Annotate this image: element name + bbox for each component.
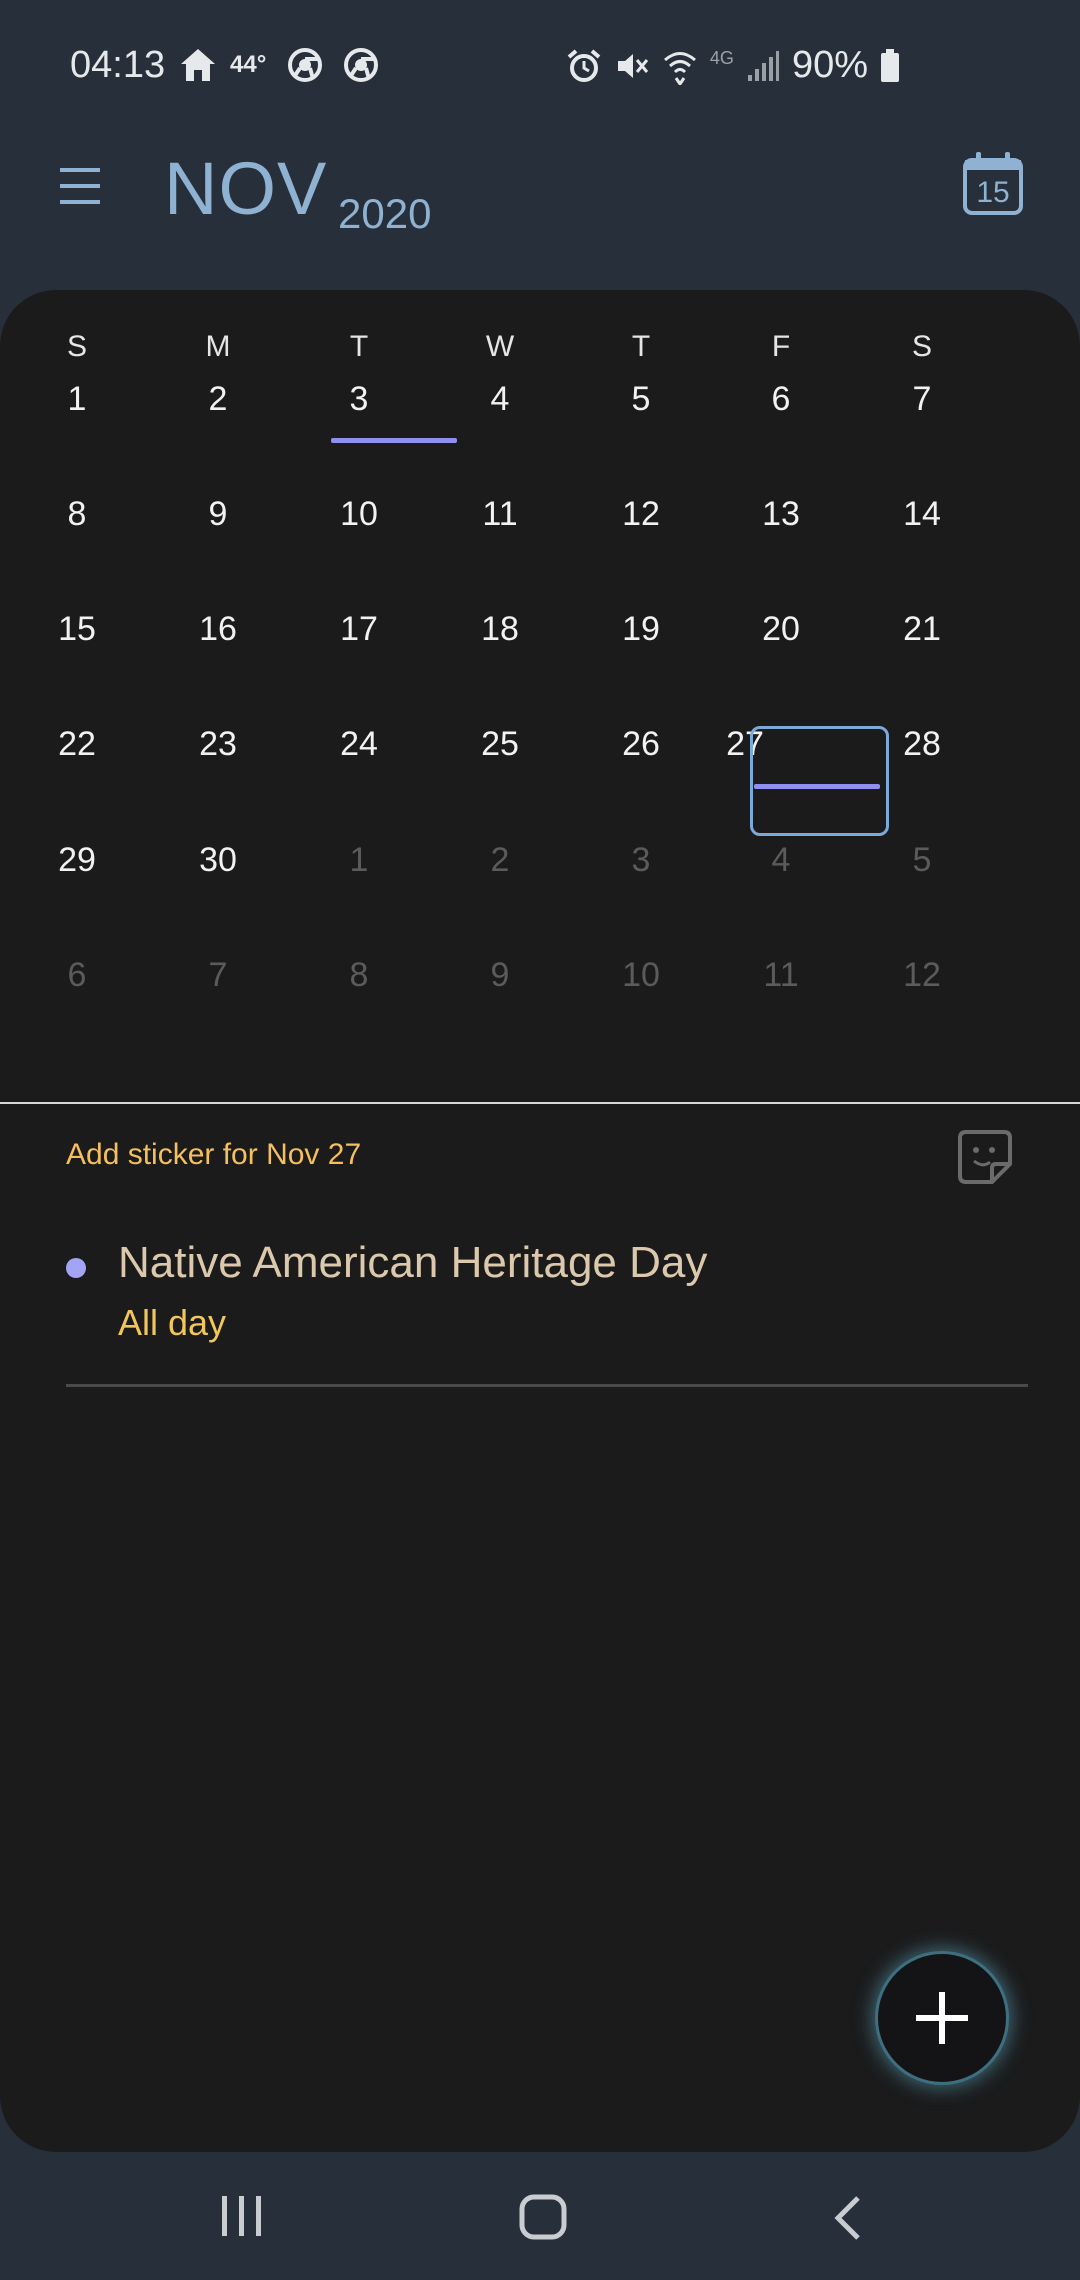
back-chevron-icon (834, 2196, 860, 2240)
add-sticker-link[interactable]: Add sticker for Nov 27 (66, 1138, 361, 1172)
weekday-header: S M T W T F S (0, 330, 1080, 370)
calendar-day[interactable]: 13 (711, 495, 851, 534)
menu-button[interactable] (58, 164, 108, 214)
calendar-day[interactable]: 17 (289, 610, 429, 649)
network-type-label: 4G (709, 48, 734, 68)
calendar-day[interactable]: 6 (711, 380, 851, 419)
calendar-day[interactable]: 2 (148, 380, 288, 419)
calendar-day[interactable]: 12 (571, 495, 711, 534)
status-left-icons: 44° (178, 46, 379, 84)
month-title[interactable]: NOV (164, 146, 327, 231)
wifi-icon (662, 47, 698, 85)
calendar-day[interactable]: 9 (148, 495, 288, 534)
home-button[interactable] (518, 2194, 570, 2247)
calendar-day[interactable]: 1 (7, 380, 147, 419)
calendar-card: S M T W T F S 1 2 3 4 5 6 7 8 9 10 11 12 13 14 15 16 17 1… (0, 290, 1080, 2152)
calendar-day[interactable]: 15 (7, 610, 147, 649)
calendar-day[interactable]: 20 (711, 610, 851, 649)
status-right-icons: 4G 90% (566, 44, 900, 87)
sticker-icon (958, 1130, 1012, 1184)
calendar-day[interactable]: 25 (430, 725, 570, 764)
calendar-day[interactable]: 4 (711, 841, 851, 880)
calendar-day[interactable]: 16 (148, 610, 288, 649)
home-icon (178, 46, 218, 84)
weekday-label: M (205, 330, 231, 363)
plus-icon (916, 1992, 968, 2044)
back-button[interactable] (830, 2194, 866, 2247)
status-bar: 04:13 44° 4G 90% (0, 0, 1080, 130)
chrome-icon (344, 48, 379, 82)
event-color-dot (66, 1258, 86, 1278)
selected-day-outline (750, 726, 889, 836)
add-event-button[interactable] (878, 1954, 1006, 2082)
calendar-day[interactable]: 14 (852, 495, 992, 534)
calendar-day[interactable]: 4 (430, 380, 570, 419)
calendar-day[interactable]: 19 (571, 610, 711, 649)
status-time: 04:13 (70, 44, 166, 86)
calendar-day[interactable]: 6 (7, 956, 147, 995)
calendar-day[interactable]: 24 (289, 725, 429, 764)
calendar-day[interactable]: 2 (430, 841, 570, 880)
calendar-day[interactable]: 11 (711, 956, 851, 995)
event-time: All day (118, 1302, 227, 1343)
recent-apps-icon (222, 2196, 261, 2236)
calendar-divider (0, 1102, 1080, 1104)
calendar-day[interactable]: 9 (430, 956, 570, 995)
calendar-day[interactable]: 1 (289, 841, 429, 880)
today-button-number: 15 (976, 176, 1010, 209)
hamburger-menu-icon (60, 168, 100, 204)
event-divider (66, 1384, 1028, 1387)
calendar-day[interactable]: 7 (852, 380, 992, 419)
calendar-day[interactable]: 12 (852, 956, 992, 995)
calendar-day[interactable]: 10 (571, 956, 711, 995)
calendar-day[interactable]: 11 (430, 495, 570, 534)
weekday-label: F (771, 330, 791, 363)
calendar-day[interactable]: 18 (430, 610, 570, 649)
calendar-day[interactable]: 23 (148, 725, 288, 764)
calendar-day[interactable]: 30 (148, 841, 288, 880)
event-indicator-line (754, 784, 880, 789)
calendar-day[interactable]: 29 (7, 841, 147, 880)
calendar-day-today[interactable]: 3 (289, 380, 429, 419)
app-header: NOV 2020 15 (0, 130, 1080, 290)
calendar-day[interactable]: 3 (571, 841, 711, 880)
event-title: Native American Heritage Day (118, 1238, 708, 1287)
calendar-day[interactable]: 22 (7, 725, 147, 764)
signal-icon (746, 49, 780, 83)
today-button[interactable]: 15 (962, 150, 1028, 220)
calendar-day[interactable]: 8 (7, 495, 147, 534)
calendar-day[interactable]: 7 (148, 956, 288, 995)
weekday-label: S (911, 330, 932, 363)
battery-level: 90% (791, 44, 868, 86)
system-nav-bar (0, 2152, 1080, 2280)
chrome-icon (288, 48, 323, 82)
calendar-day[interactable]: 10 (289, 495, 429, 534)
weekday-label: W (485, 330, 515, 363)
weekday-label: T (631, 330, 651, 363)
sticker-button[interactable] (956, 1128, 1014, 1186)
recent-apps-button[interactable] (218, 2194, 266, 2243)
status-temperature: 44° (230, 51, 267, 78)
calendar-day[interactable]: 5 (852, 841, 992, 880)
alarm-icon (566, 48, 602, 84)
weekday-label: S (66, 330, 87, 363)
year-title[interactable]: 2020 (338, 170, 431, 238)
mute-icon (614, 48, 650, 84)
calendar-day[interactable]: 8 (289, 956, 429, 995)
calendar-day[interactable]: 21 (852, 610, 992, 649)
battery-icon (880, 48, 900, 83)
today-indicator (331, 438, 457, 443)
calendar-day[interactable]: 5 (571, 380, 711, 419)
home-square-icon (519, 2194, 567, 2240)
weekday-label: T (349, 330, 369, 363)
